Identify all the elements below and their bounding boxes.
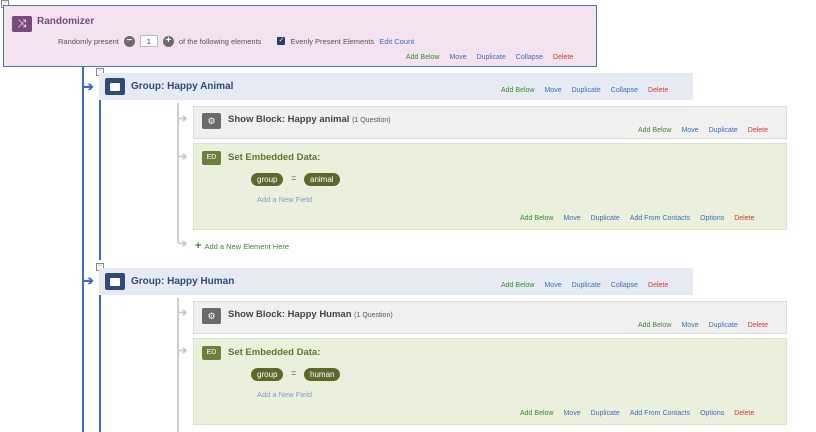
add-below-link[interactable]: Add Below xyxy=(638,127,671,134)
block-title: Show Block: Happy animal (1 Question) xyxy=(228,114,391,125)
embedded-data-title: Set Embedded Data: xyxy=(228,152,321,163)
group-1-flow-line xyxy=(99,100,101,260)
add-new-field-link[interactable]: Add a New Field xyxy=(257,390,312,399)
flow-arrow-icon: ➔ xyxy=(83,273,94,288)
delete-link[interactable]: Delete xyxy=(734,215,754,222)
add-from-contacts-link[interactable]: Add From Contacts xyxy=(630,410,690,417)
field-name-pill[interactable]: group xyxy=(251,173,284,186)
move-link[interactable]: Move xyxy=(681,322,698,329)
block-icon: ⚙ xyxy=(202,308,221,324)
add-below-link[interactable]: Add Below xyxy=(638,322,671,329)
add-below-link[interactable]: Add Below xyxy=(520,215,553,222)
delete-link[interactable]: Delete xyxy=(648,282,668,289)
delete-link[interactable]: Delete xyxy=(748,127,768,134)
duplicate-link[interactable]: Duplicate xyxy=(709,127,738,134)
add-below-link[interactable]: Add Below xyxy=(406,54,439,61)
add-new-field-link[interactable]: Add a New Field xyxy=(257,195,312,204)
move-link[interactable]: Move xyxy=(544,87,561,94)
duplicate-link[interactable]: Duplicate xyxy=(591,215,620,222)
flow-arrow-icon: ➔ xyxy=(178,238,188,250)
add-below-link[interactable]: Add Below xyxy=(520,410,553,417)
shuffle-icon: ⤨ xyxy=(12,16,32,32)
field-value-pill[interactable]: animal xyxy=(304,173,340,186)
block-icon: ⚙ xyxy=(202,113,221,129)
block-actions: Add Below Move Duplicate Delete xyxy=(638,127,768,134)
evenly-present-checkbox[interactable]: ✓ xyxy=(277,37,286,45)
group-2-flow-line xyxy=(99,295,101,432)
folder-icon xyxy=(105,273,125,290)
flow-arrow-icon: ➔ xyxy=(83,79,94,94)
randomizer-flow-line xyxy=(82,67,84,432)
duplicate-link[interactable]: Duplicate xyxy=(477,54,506,61)
randomizer-title: Randomizer xyxy=(37,16,95,27)
of-elements-label: of the following elements xyxy=(178,36,262,46)
options-link[interactable]: Options xyxy=(700,410,724,417)
edit-count-link[interactable]: Edit Count xyxy=(379,37,414,46)
move-link[interactable]: Move xyxy=(544,282,561,289)
embedded-data-group-human[interactable]: ED Set Embedded Data: group = human Add … xyxy=(193,338,787,425)
equals-sign: = xyxy=(291,173,297,183)
group-title: Group: Happy Human xyxy=(131,276,235,287)
delete-link[interactable]: Delete xyxy=(648,87,668,94)
embedded-actions: Add Below Move Duplicate Add From Contac… xyxy=(520,215,754,222)
count-input[interactable]: 1 xyxy=(139,35,158,47)
collapse-link[interactable]: Collapse xyxy=(611,282,638,289)
move-link[interactable]: Move xyxy=(563,410,580,417)
randomly-present-label: Randomly present xyxy=(58,36,119,46)
plus-icon: + xyxy=(195,240,202,252)
field-value-pill[interactable]: human xyxy=(304,368,341,381)
equals-sign: = xyxy=(291,368,297,378)
decrement-count-button[interactable]: − xyxy=(123,35,135,47)
field-name-pill[interactable]: group xyxy=(251,368,284,381)
collapse-link[interactable]: Collapse xyxy=(516,54,543,61)
delete-link[interactable]: Delete xyxy=(734,410,754,417)
group-actions: Add Below Move Duplicate Collapse Delete xyxy=(501,87,668,94)
embedded-data-icon: ED xyxy=(202,151,221,165)
duplicate-link[interactable]: Duplicate xyxy=(572,87,601,94)
embedded-actions: Add Below Move Duplicate Add From Contac… xyxy=(520,410,754,417)
flow-arrow-icon: ➔ xyxy=(178,151,188,163)
options-link[interactable]: Options xyxy=(700,215,724,222)
add-from-contacts-link[interactable]: Add From Contacts xyxy=(630,215,690,222)
duplicate-link[interactable]: Duplicate xyxy=(591,410,620,417)
move-link[interactable]: Move xyxy=(563,215,580,222)
randomizer-settings-row: Randomly present − 1 + of the following … xyxy=(58,35,414,47)
block-title: Show Block: Happy Human (1 Question) xyxy=(228,309,393,320)
group-title: Group: Happy Animal xyxy=(131,81,234,92)
flow-arrow-icon: ➔ xyxy=(178,113,188,125)
show-block-happy-human[interactable]: ⚙ Show Block: Happy Human (1 Question) A… xyxy=(193,301,787,334)
group-happy-animal[interactable]: Group: Happy Animal Add Below Move Dupli… xyxy=(99,73,693,100)
collapse-link[interactable]: Collapse xyxy=(611,87,638,94)
randomizer-actions: Add Below Move Duplicate Collapse Delete xyxy=(406,54,573,61)
move-link[interactable]: Move xyxy=(681,127,698,134)
embedded-data-title: Set Embedded Data: xyxy=(228,347,321,358)
block-actions: Add Below Move Duplicate Delete xyxy=(638,322,768,329)
folder-icon xyxy=(105,78,125,95)
group-happy-human[interactable]: Group: Happy Human Add Below Move Duplic… xyxy=(99,268,693,295)
show-block-happy-animal[interactable]: ⚙ Show Block: Happy animal (1 Question) … xyxy=(193,106,787,139)
increment-count-button[interactable]: + xyxy=(162,35,174,47)
evenly-present-label: Evenly Present Elements xyxy=(290,36,375,46)
embedded-data-icon: ED xyxy=(202,346,221,360)
move-link[interactable]: Move xyxy=(449,54,466,61)
delete-link[interactable]: Delete xyxy=(748,322,768,329)
duplicate-link[interactable]: Duplicate xyxy=(709,322,738,329)
duplicate-link[interactable]: Duplicate xyxy=(572,282,601,289)
flow-arrow-icon: ➔ xyxy=(178,307,188,319)
randomizer-element[interactable]: ⤨ Randomizer Randomly present − 1 + of t… xyxy=(3,5,597,67)
add-below-link[interactable]: Add Below xyxy=(501,87,534,94)
add-new-element-link[interactable]: + Add a New Element Here xyxy=(195,240,289,252)
embedded-data-group-animal[interactable]: ED Set Embedded Data: group = animal Add… xyxy=(193,143,787,230)
flow-arrow-icon: ➔ xyxy=(178,345,188,357)
delete-link[interactable]: Delete xyxy=(553,54,573,61)
group-actions: Add Below Move Duplicate Collapse Delete xyxy=(501,282,668,289)
add-below-link[interactable]: Add Below xyxy=(501,282,534,289)
